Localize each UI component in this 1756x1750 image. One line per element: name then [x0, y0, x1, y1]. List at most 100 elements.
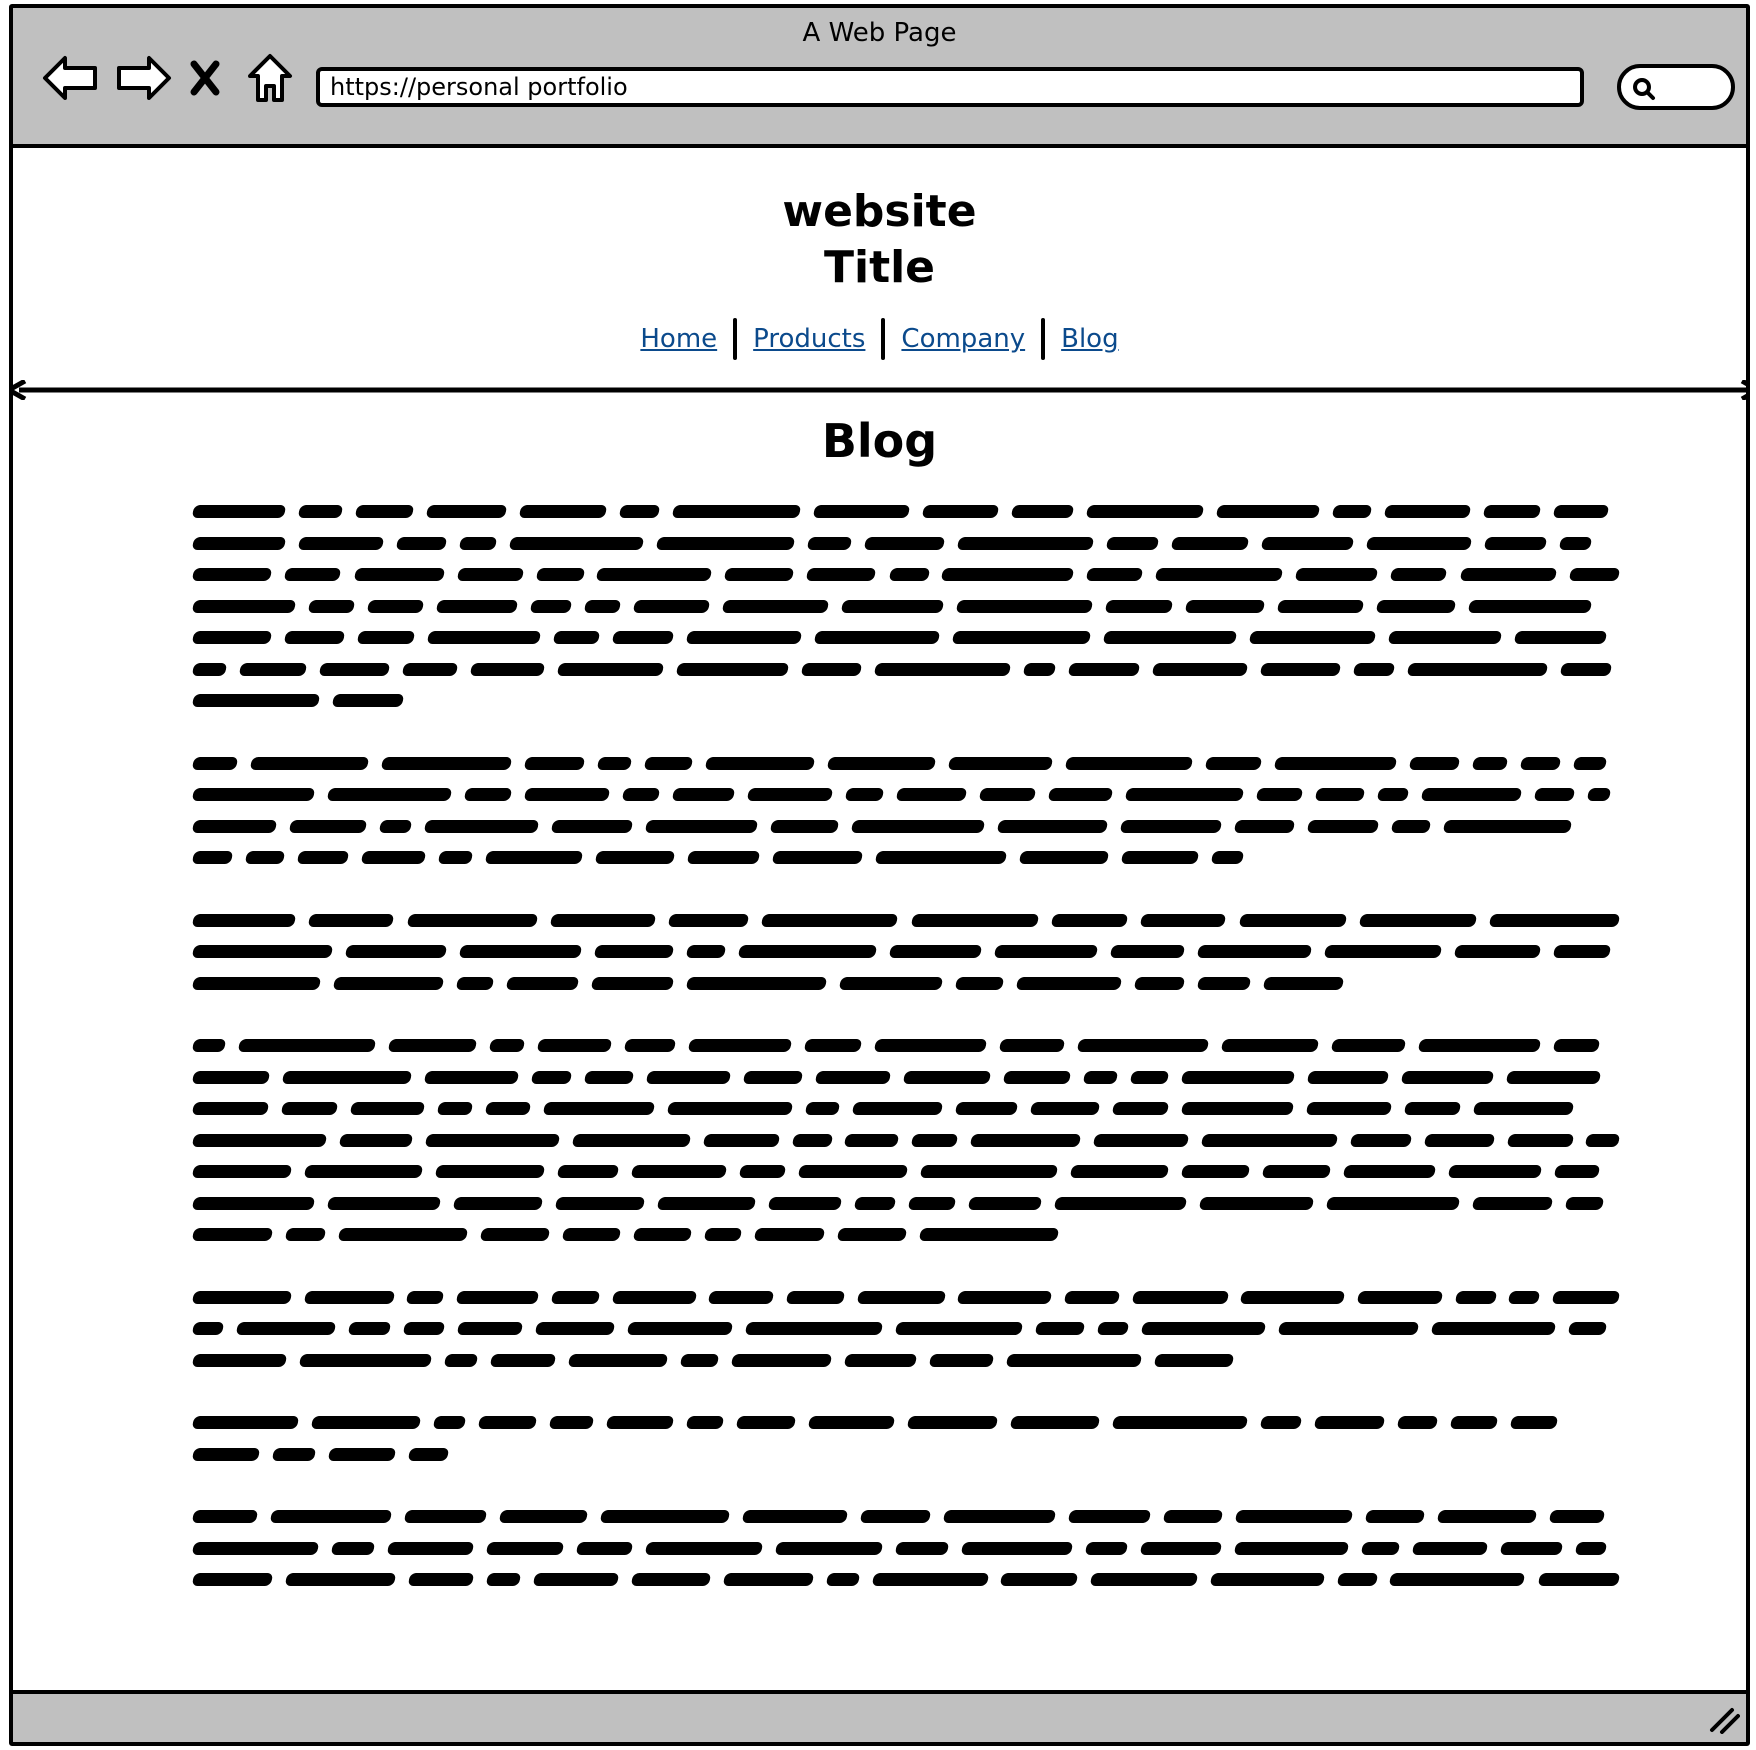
scribble-word — [1015, 976, 1123, 990]
scribble-word — [895, 788, 968, 802]
scribble-word — [1389, 568, 1448, 582]
scribble-word — [951, 631, 1092, 645]
scribble-word — [349, 1102, 426, 1116]
scribble-word — [797, 1165, 909, 1179]
scribble-word — [191, 1196, 316, 1210]
scribble-word — [434, 1165, 546, 1179]
scribble-word — [331, 694, 405, 708]
scribble-word — [318, 662, 391, 676]
scribble-word — [455, 1290, 540, 1304]
nav-link-company[interactable]: Company — [885, 324, 1041, 354]
scribble-word — [859, 1510, 932, 1524]
url-input[interactable] — [316, 67, 1584, 107]
scribble-word — [769, 819, 840, 833]
scribble-word — [455, 976, 495, 990]
scribble-word — [1568, 568, 1621, 582]
scribble-word — [423, 1070, 520, 1084]
browser-search-box[interactable] — [1617, 64, 1735, 110]
scribble-word — [655, 536, 796, 550]
scribble-word — [1002, 1070, 1072, 1084]
scribble-word — [1034, 1322, 1086, 1336]
scribble-word — [1119, 819, 1223, 833]
scribble-word — [549, 913, 657, 927]
scribble-word — [645, 1070, 732, 1084]
nav-link-products[interactable]: Products — [737, 324, 881, 354]
scribble-word — [921, 505, 1000, 519]
scribble-word — [1453, 945, 1542, 959]
scribble-word — [1196, 945, 1313, 959]
scribble-word — [956, 1290, 1053, 1304]
scribble-word — [1196, 976, 1252, 990]
scribble-word — [1323, 945, 1443, 959]
scribble-word — [191, 819, 278, 833]
scribble-word — [978, 788, 1037, 802]
scribble-word — [561, 1228, 622, 1242]
scribble-text-line — [191, 905, 1633, 937]
scribble-word — [1519, 756, 1562, 770]
site-title-line-1: website — [782, 186, 977, 237]
scribble-word — [437, 851, 474, 865]
scribble-word — [707, 1290, 775, 1304]
site-title: website Title — [13, 184, 1746, 296]
scribble-word — [191, 1416, 300, 1430]
scribble-word — [871, 1573, 989, 1587]
scribble-word — [702, 1133, 780, 1147]
resize-grip-icon[interactable] — [1706, 1704, 1740, 1738]
scribble-word — [1313, 1416, 1386, 1430]
scribble-word — [338, 1133, 414, 1147]
scribble-word — [532, 1573, 620, 1587]
scribble-word — [940, 568, 1075, 582]
scribble-word — [803, 1039, 863, 1053]
scribble-word — [1069, 1165, 1170, 1179]
scribble-word — [1400, 1070, 1495, 1084]
scribble-word — [571, 1133, 692, 1147]
scribble-word — [380, 756, 513, 770]
close-x-icon[interactable] — [185, 48, 225, 108]
scribble-word — [1140, 1322, 1267, 1336]
scribble-word — [644, 1541, 764, 1555]
scribble-word — [534, 1322, 616, 1336]
scribble-word — [838, 976, 944, 990]
scribble-text-line — [191, 1125, 1633, 1157]
scribble-word — [366, 599, 425, 613]
scribble-word — [1120, 851, 1200, 865]
scribble-word — [685, 631, 803, 645]
scribble-word — [1259, 662, 1342, 676]
blog-paragraph — [191, 1407, 1633, 1470]
scribble-word — [1139, 913, 1227, 927]
nav-link-home[interactable]: Home — [624, 324, 733, 354]
scribble-word — [191, 1353, 288, 1367]
nav-link-blog[interactable]: Blog — [1045, 324, 1134, 354]
scribble-word — [594, 851, 676, 865]
scribble-word — [191, 536, 287, 550]
scribble-text-line — [191, 559, 1633, 591]
scribble-word — [191, 1070, 271, 1084]
scribble-word — [800, 662, 863, 676]
scribble-word — [1356, 1290, 1443, 1304]
scribble-word — [1352, 662, 1396, 676]
scribble-word — [432, 1416, 467, 1430]
scribble-word — [703, 1228, 743, 1242]
forward-arrow-icon[interactable] — [113, 48, 173, 108]
scribble-word — [1180, 1165, 1251, 1179]
scribble-word — [1508, 1290, 1541, 1304]
scribble-word — [590, 976, 675, 990]
scribble-text-line — [191, 936, 1633, 968]
scribble-word — [297, 536, 385, 550]
scribble-word — [1139, 1541, 1223, 1555]
scribble-word — [1261, 1165, 1332, 1179]
status-bar — [13, 1690, 1746, 1742]
scribble-word — [741, 1510, 849, 1524]
scribble-word — [191, 1510, 259, 1524]
back-arrow-icon[interactable] — [41, 48, 101, 108]
scribble-word — [191, 1133, 328, 1147]
home-icon[interactable] — [245, 48, 295, 108]
scribble-text-line — [191, 1313, 1633, 1345]
scribble-word — [1423, 1133, 1496, 1147]
scribble-text-line — [191, 1156, 1633, 1188]
scribble-word — [1204, 756, 1263, 770]
blog-paragraph — [191, 748, 1633, 874]
blog-paragraph — [191, 1282, 1633, 1377]
scribble-word — [1408, 756, 1461, 770]
scribble-word — [479, 1228, 551, 1242]
